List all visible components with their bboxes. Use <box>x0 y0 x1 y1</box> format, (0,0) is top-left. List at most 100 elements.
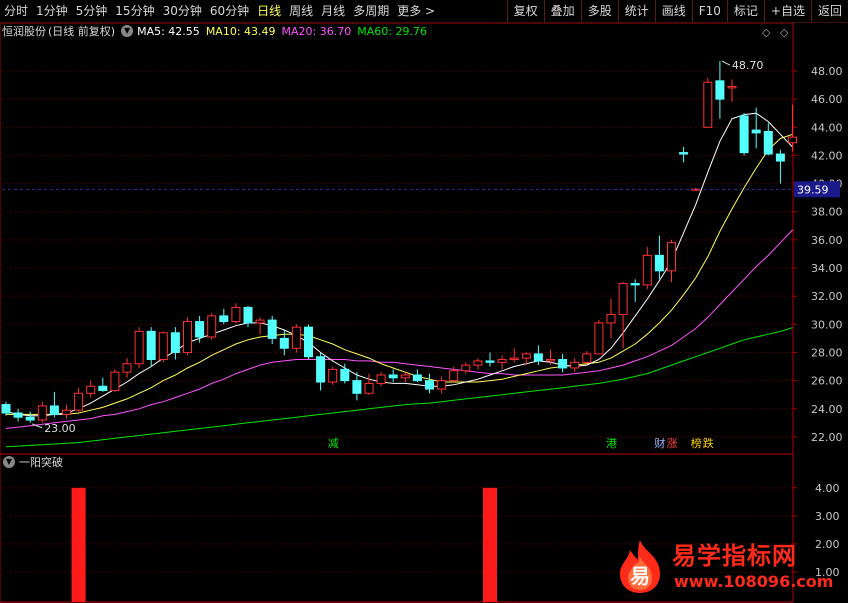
current-price-label: 39.59 <box>797 183 829 196</box>
candle-body <box>219 315 229 323</box>
event-marker: 港 <box>606 437 617 450</box>
period-tab-2[interactable]: 5分钟 <box>72 0 112 22</box>
candle-body <box>449 370 459 382</box>
candle-body <box>654 254 664 272</box>
candle-body <box>425 380 434 390</box>
period-tab-1[interactable]: 1分钟 <box>32 0 72 22</box>
candle-body <box>25 416 35 421</box>
candle-body <box>304 326 313 358</box>
candle-body <box>279 337 289 349</box>
candle-body <box>291 326 301 349</box>
candle-body <box>412 374 422 382</box>
candle-body <box>594 322 604 355</box>
candle-body <box>679 152 689 155</box>
candle-body <box>727 85 737 89</box>
candle-body <box>388 374 398 379</box>
period-tabs: 分时 1分钟 5分钟 15分钟 30分钟 60分钟 日线 周线 月线 多周期 更多 > <box>0 0 439 22</box>
candle-body <box>122 363 132 373</box>
toolbar-button-5[interactable]: F10 <box>691 0 727 22</box>
period-tab-5[interactable]: 60分钟 <box>206 0 253 22</box>
candle-body <box>267 319 277 339</box>
candle-body <box>400 374 410 379</box>
candle-body <box>352 380 362 394</box>
candle-body <box>533 353 543 362</box>
candle-body <box>328 368 338 383</box>
indicator-tick-label: 2.00 <box>815 538 840 551</box>
candle-body <box>715 80 725 100</box>
high-arrow <box>721 60 731 66</box>
price-tick-label: 46.00 <box>811 93 843 106</box>
low-price-label: 23.00 <box>44 422 75 435</box>
price-tick-label: 44.00 <box>811 121 843 134</box>
signal-bar <box>483 487 497 602</box>
candle-body <box>364 382 374 394</box>
period-tab-3[interactable]: 15分钟 <box>111 0 158 22</box>
toolbar-button-7[interactable]: +自选 <box>763 0 811 22</box>
period-tab-6[interactable]: 日线 <box>253 0 285 22</box>
candle-body <box>509 357 519 361</box>
toolbar-button-3[interactable]: 统计 <box>617 0 655 22</box>
candle-body <box>667 242 676 272</box>
watermark-url: www.108096.com <box>674 572 834 591</box>
candle-body <box>195 321 205 338</box>
period-tab-9[interactable]: 多周期 <box>349 0 393 22</box>
period-tab-0[interactable]: 分时 <box>0 0 32 22</box>
price-tick-label: 22.00 <box>811 431 843 444</box>
candle-body <box>642 254 652 286</box>
candle-body <box>170 332 180 353</box>
event-marker: 减 <box>328 437 339 450</box>
candle-body <box>146 330 156 361</box>
candle-body <box>134 330 144 365</box>
price-tick-label: 48.00 <box>811 65 843 78</box>
candle-body <box>739 115 749 154</box>
candle-body <box>461 364 471 372</box>
candle-body <box>110 371 120 391</box>
candle-body <box>74 392 84 411</box>
price-tick-label: 38.00 <box>811 206 843 219</box>
event-marker: 财 <box>654 436 665 450</box>
candle-body <box>86 385 96 394</box>
watermark-text: 易学指标网 <box>672 542 797 570</box>
candle-body <box>207 315 217 338</box>
toolbar-button-6[interactable]: 标记 <box>726 0 764 22</box>
candle-body <box>703 81 713 128</box>
kline-chart[interactable]: 48.0046.0044.0042.0040.0038.0036.0034.00… <box>0 23 848 603</box>
period-tab-7[interactable]: 周线 <box>285 0 317 22</box>
candle-body <box>437 380 447 390</box>
candle-body <box>13 412 23 418</box>
event-marker: 涨 <box>667 437 678 450</box>
watermark-logo-char: 易 <box>630 564 650 588</box>
price-tick-label: 24.00 <box>811 403 843 416</box>
indicator-name[interactable]: 一阳突破 <box>19 454 63 470</box>
signal-bar <box>71 487 86 602</box>
toolbar-buttons: 复权 叠加 多股 统计 画线 F10 标记 +自选 返回 <box>506 0 848 22</box>
ma60-line <box>5 327 793 448</box>
period-tab-4[interactable]: 30分钟 <box>159 0 206 22</box>
collapse-icon[interactable]: ▼ <box>3 456 15 468</box>
candle-body <box>231 306 241 323</box>
candle-body <box>98 385 108 391</box>
price-tick-label: 32.00 <box>811 290 843 303</box>
candle-body <box>255 319 265 324</box>
candle-body <box>1 404 11 414</box>
candle-body <box>763 130 773 155</box>
candle-body <box>606 313 616 324</box>
period-tab-8[interactable]: 月线 <box>317 0 349 22</box>
price-tick-label: 28.00 <box>811 346 843 359</box>
candle-body <box>546 359 555 362</box>
candle-body <box>183 321 192 353</box>
candle-body <box>316 356 326 383</box>
toolbar-button-0[interactable]: 复权 <box>506 0 544 22</box>
toolbar-button-4[interactable]: 画线 <box>654 0 692 22</box>
price-tick-label: 34.00 <box>811 262 843 275</box>
price-tick-label: 42.00 <box>811 149 843 162</box>
candle-body <box>485 360 495 363</box>
period-tab-10[interactable]: 更多 > <box>393 0 439 22</box>
chart-frame <box>0 23 794 603</box>
candle-body <box>497 359 507 363</box>
candle-body <box>49 405 59 415</box>
indicator-header: ▼ 一阳突破 <box>0 454 63 470</box>
toolbar-button-2[interactable]: 多股 <box>580 0 618 22</box>
toolbar-button-8[interactable]: 返回 <box>810 0 848 22</box>
toolbar-button-1[interactable]: 叠加 <box>543 0 581 22</box>
